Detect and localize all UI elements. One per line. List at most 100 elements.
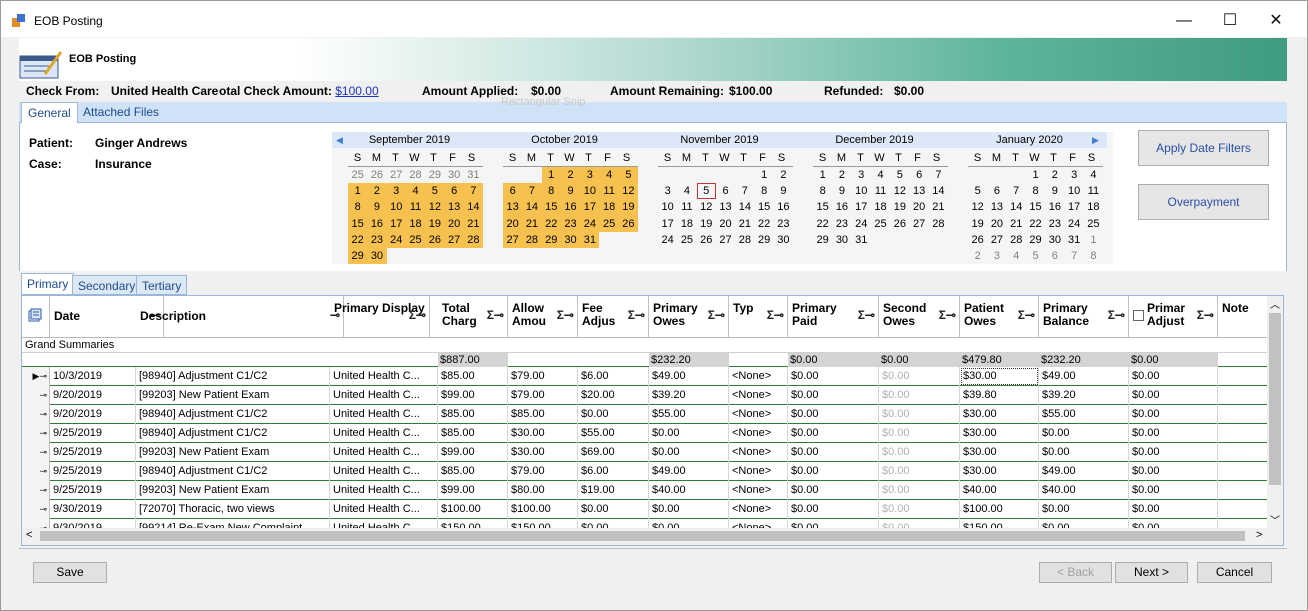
calendar-day[interactable]: 16 [560, 199, 581, 216]
calendar-day[interactable]: 27 [987, 232, 1006, 248]
calendar-day[interactable]: 3 [658, 183, 677, 199]
calendar-day[interactable]: 23 [1045, 216, 1064, 232]
calendar-day[interactable]: 30 [1045, 232, 1064, 248]
table-cell[interactable]: $0.00 [649, 443, 729, 462]
table-cell[interactable]: $20.00 [578, 386, 649, 405]
calendar-day[interactable]: 20 [503, 215, 523, 232]
table-cell[interactable]: $30.00 [960, 367, 1039, 386]
table-row[interactable]: ⊸ 9/30/2019 [72070] Thoracic, two views Uni… [22, 500, 1268, 519]
calendar-day[interactable]: 25 [871, 216, 890, 232]
table-row[interactable]: ⊸ 9/20/2019 [98940] Adjustment C1/C2 United… [22, 405, 1268, 424]
calendar-day[interactable]: 1 [754, 167, 773, 183]
calendar-day[interactable]: 2 [560, 167, 581, 184]
table-cell[interactable]: 9/25/2019 [50, 462, 136, 481]
table-cell[interactable]: $85.00 [438, 405, 508, 424]
row-selector[interactable]: ▶⊸ [22, 367, 50, 386]
calendar-day[interactable]: 23 [832, 216, 851, 232]
calendar-day[interactable]: 11 [405, 199, 426, 216]
table-cell[interactable]: [99203] New Patient Exam [136, 386, 330, 405]
calendar-day[interactable]: 3 [987, 248, 1006, 264]
table-row[interactable]: ⊸ 9/25/2019 [98940] Adjustment C1/C2 United… [22, 424, 1268, 443]
table-cell[interactable]: $0.00 [879, 405, 960, 424]
calendar-day[interactable]: 1 [813, 167, 832, 183]
scroll-left-icon[interactable]: < [26, 529, 32, 541]
table-cell[interactable]: $0.00 [1129, 443, 1218, 462]
table-cell[interactable]: $40.00 [649, 481, 729, 500]
table-cell[interactable]: $0.00 [1039, 424, 1129, 443]
calendar-day[interactable]: 11 [599, 183, 619, 200]
minimize-button[interactable]: — [1174, 11, 1194, 31]
table-cell[interactable]: $0.00 [879, 367, 960, 386]
note-cell[interactable] [1218, 386, 1268, 405]
calendar-day[interactable]: 30 [832, 232, 851, 248]
table-row[interactable]: ⊸ 9/25/2019 [98940] Adjustment C1/C2 United… [22, 462, 1268, 481]
calendar-day[interactable]: 8 [541, 183, 561, 200]
table-cell[interactable]: $40.00 [960, 481, 1039, 500]
table-cell[interactable]: $0.00 [879, 386, 960, 405]
note-cell[interactable] [1218, 462, 1268, 481]
table-cell[interactable]: $0.00 [578, 405, 649, 424]
scroll-right-icon[interactable]: > [1256, 529, 1262, 541]
calendar-day[interactable]: 23 [560, 215, 581, 232]
summary-pin-icon[interactable]: Σ⊸ [858, 309, 875, 322]
calendar-day[interactable]: 12 [425, 199, 445, 216]
table-cell[interactable]: 10/3/2019 [50, 367, 136, 386]
table-cell[interactable]: $0.00 [649, 424, 729, 443]
table-cell[interactable]: United Health C... [330, 462, 438, 481]
calendar-day[interactable]: 8 [813, 183, 832, 199]
calendar-day[interactable]: 24 [658, 232, 677, 248]
calendar-day[interactable]: 6 [909, 167, 928, 183]
calendar-day[interactable]: 5 [968, 183, 987, 199]
table-cell[interactable]: $39.80 [960, 386, 1039, 405]
table-cell[interactable]: <None> [729, 424, 788, 443]
tab-primary[interactable]: Primary [21, 273, 75, 295]
calendar-day[interactable]: 25 [677, 232, 696, 248]
calendar-day[interactable]: 27 [503, 231, 523, 248]
calendar-day[interactable]: 26 [697, 232, 716, 248]
row-selector[interactable]: ⊸ [22, 481, 50, 500]
calendar-day[interactable]: 28 [522, 231, 542, 248]
calendar-day[interactable]: 31 [580, 231, 600, 248]
table-cell[interactable]: United Health C... [330, 500, 438, 519]
table-cell[interactable]: United Health C... [330, 424, 438, 443]
table-cell[interactable]: United Health C... [330, 367, 438, 386]
calendar-day[interactable]: 14 [1007, 199, 1026, 215]
summary-pin-icon[interactable]: Σ⊸ [1197, 309, 1214, 322]
calendar-day[interactable]: 9 [560, 183, 581, 200]
calendar-day[interactable]: 28 [463, 231, 484, 248]
calendar-day[interactable]: 11 [677, 199, 696, 215]
calendar-day[interactable]: 29 [1026, 232, 1045, 248]
calendar-day[interactable]: 2 [1045, 167, 1064, 183]
calendar-day[interactable]: 2 [968, 248, 987, 264]
calendar-day[interactable]: 24 [1064, 216, 1083, 232]
table-cell[interactable]: $6.00 [578, 367, 649, 386]
calendar-day[interactable]: 16 [1045, 199, 1064, 215]
calendar-day[interactable]: 6 [987, 183, 1006, 199]
calendar-day[interactable]: 16 [774, 199, 793, 215]
table-row[interactable]: ⊸ 9/25/2019 [99203] New Patient Exam United… [22, 443, 1268, 462]
calendar-day[interactable]: 10 [580, 183, 600, 200]
charges-grid[interactable]: Date ⊸ Description ⊸ Primary Display Σ⊸ Total … [21, 295, 1284, 546]
scroll-up-icon[interactable]: ︿ [1270, 296, 1280, 311]
summary-pin-icon[interactable]: Σ⊸ [557, 309, 574, 322]
note-cell[interactable] [1218, 500, 1268, 519]
calendar-day[interactable]: 15 [1026, 199, 1045, 215]
table-cell[interactable]: 9/25/2019 [50, 443, 136, 462]
row-selector[interactable]: ⊸ [22, 443, 50, 462]
summary-pin-icon[interactable]: Σ⊸ [767, 309, 784, 322]
table-cell[interactable]: [72070] Thoracic, two views [136, 500, 330, 519]
calendar-day[interactable]: 17 [386, 215, 406, 232]
calendar-day[interactable]: 9 [1045, 183, 1064, 199]
table-cell[interactable]: [98940] Adjustment C1/C2 [136, 367, 330, 386]
summary-pin-icon[interactable]: Σ⊸ [939, 309, 956, 322]
table-cell[interactable]: [98940] Adjustment C1/C2 [136, 405, 330, 424]
calendar-day[interactable]: 9 [832, 183, 851, 199]
calendar-day[interactable]: 12 [618, 183, 639, 200]
calendar-day[interactable]: 12 [697, 199, 716, 215]
calendar-day[interactable]: 23 [774, 216, 793, 232]
table-cell[interactable]: $0.00 [578, 500, 649, 519]
calendar-day[interactable]: 21 [522, 215, 542, 232]
column-header-primary-owes[interactable]: Primary Owes Σ⊸ [649, 296, 729, 338]
table-cell[interactable]: $0.00 [1129, 481, 1218, 500]
tab-attached-files[interactable]: Attached Files [77, 102, 165, 124]
